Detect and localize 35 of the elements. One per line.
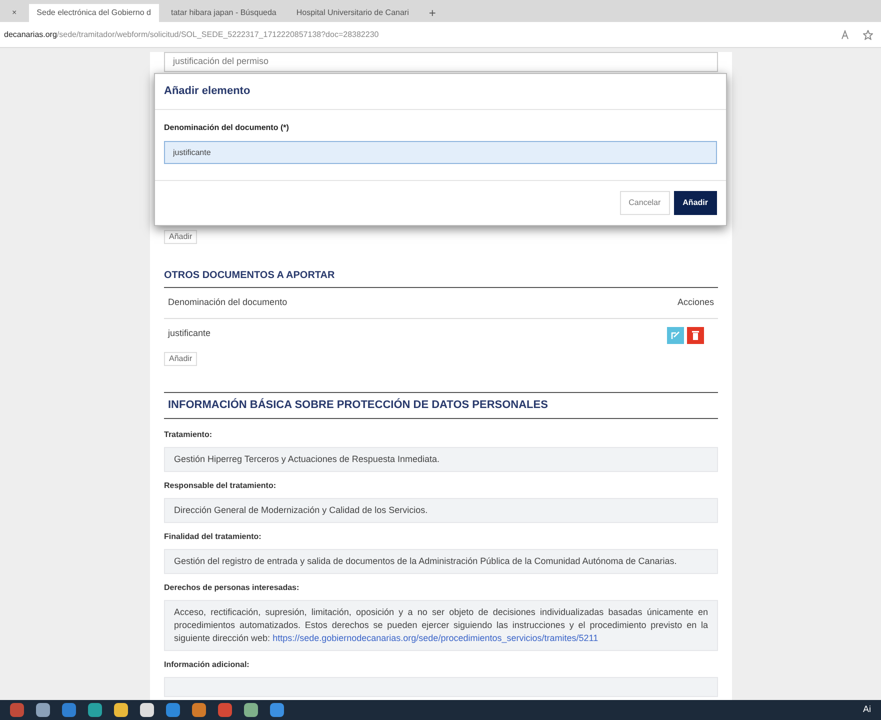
field-label: Tratamiento: bbox=[164, 429, 214, 441]
add-button[interactable]: Añadir bbox=[164, 352, 198, 366]
column-header: Acciones bbox=[677, 296, 714, 309]
field-label: Finalidad del tratamiento: bbox=[164, 531, 262, 543]
info-text: Gestión del registro de entrada y salida de documentos de la Administración Pública de la Comunidad Autónoma de Canarias. bbox=[164, 549, 718, 574]
browser-tab[interactable]: Sede electrónica del Gobierno d bbox=[28, 4, 159, 22]
info-text: Dirección General de Modernización y Calidad de los Servicios. bbox=[164, 498, 718, 523]
cancel-button[interactable]: Cancelar bbox=[620, 190, 670, 214]
field-label: Responsable del tratamiento: bbox=[164, 480, 278, 492]
browser-tab[interactable]: tatar hibara japan - Búsqueda bbox=[162, 4, 284, 22]
browser-tab[interactable]: × bbox=[4, 4, 25, 22]
info-text: Gestión Hiperreg Terceros y Actuaciones de Respuesta Inmediata. bbox=[164, 447, 718, 472]
add-button[interactable]: Añadir bbox=[674, 190, 717, 214]
section-heading: INFORMACIÓN BÁSICA SOBRE PROTECCIÓN DE DATOS PERSONALES bbox=[164, 392, 718, 419]
tray-text: Ai bbox=[862, 703, 871, 716]
column-header: Denominación del documento bbox=[168, 296, 288, 309]
field-label: Información adicional: bbox=[164, 659, 250, 671]
new-tab-button[interactable]: + bbox=[420, 4, 444, 22]
star-icon[interactable] bbox=[863, 30, 873, 40]
text-field[interactable]: justificación del permiso bbox=[164, 52, 718, 72]
table-cell: justificante bbox=[168, 326, 211, 340]
field-label: Derechos de personas interesadas: bbox=[164, 582, 300, 594]
section-heading: OTROS DOCUMENTOS A APORTAR bbox=[164, 268, 718, 288]
address-bar[interactable]: decanarias.org/sede/tramitador/webform/solicitud/SOL_SEDE_5222317_1712220857138?doc=28382230 bbox=[4, 28, 841, 40]
browser-tab[interactable]: Hospital Universitario de Canari bbox=[288, 4, 417, 22]
add-button[interactable]: Añadir bbox=[164, 230, 198, 244]
field-label: Denominación del documento (*) bbox=[164, 122, 290, 134]
link[interactable]: https://sede.gobiernodecanarias.org/sede/procedimientos_servicios/tramites/5211 bbox=[272, 633, 598, 643]
read-aloud-icon[interactable] bbox=[841, 30, 851, 40]
trash-icon bbox=[692, 330, 699, 340]
info-text: Acceso, rectificación, supresión, limitación, oposición y a no ser objeto de decisiones individualizadas basadas únicamente en procedimientos automatizados. Estos derechos se pueden ejercer siguiendo las instrucciones y el procedimiento previsto en la siguiente dirección web: https://sede.gobiernodecanarias.org/sede/procedimientos_servicios/tramites/5211 bbox=[164, 600, 718, 651]
modal-title: Añadir elemento bbox=[164, 84, 252, 99]
edit-icon bbox=[671, 330, 680, 340]
input-field[interactable]: justificante bbox=[164, 140, 717, 164]
delete-button[interactable] bbox=[687, 326, 704, 344]
